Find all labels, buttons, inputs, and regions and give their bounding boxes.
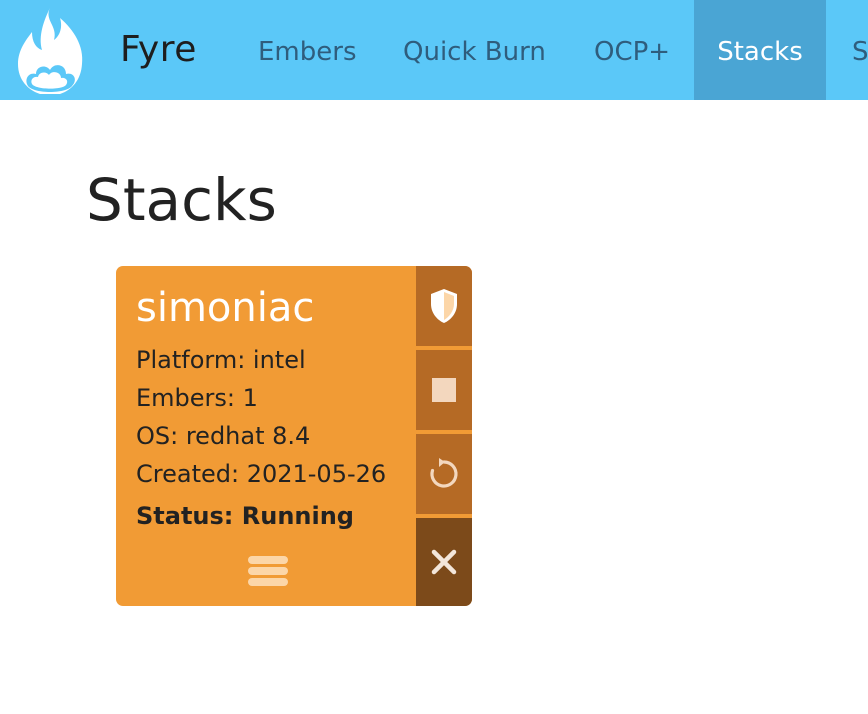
nav-embers[interactable]: Embers — [258, 0, 357, 100]
stack-card-body: simoniac Platform: intel Embers: 1 OS: r… — [116, 266, 416, 606]
stack-name: simoniac — [136, 285, 315, 331]
restart-icon — [430, 458, 458, 488]
stack-created: Created: 2021-05-26 — [136, 460, 387, 488]
shield-button[interactable] — [416, 266, 472, 346]
close-icon — [431, 549, 457, 575]
stack-actions — [416, 266, 472, 606]
hamburger-menu-icon[interactable] — [248, 554, 288, 588]
nav-ocp-plus[interactable]: OCP+ — [594, 0, 670, 100]
nav-more-truncated[interactable]: S — [852, 0, 868, 100]
nav-stacks[interactable]: Stacks — [694, 0, 826, 100]
fyre-logo-icon[interactable] — [14, 6, 86, 96]
stack-card: simoniac Platform: intel Embers: 1 OS: r… — [116, 266, 472, 606]
brand-title[interactable]: Fyre — [120, 26, 197, 74]
stack-embers: Embers: 1 — [136, 384, 258, 412]
restart-button[interactable] — [416, 434, 472, 514]
page-title: Stacks — [86, 166, 277, 234]
stop-icon — [432, 378, 456, 402]
delete-button[interactable] — [416, 518, 472, 606]
top-navbar: Fyre Embers Quick Burn OCP+ Stacks S — [0, 0, 868, 100]
shield-icon — [431, 289, 457, 323]
stack-status: Status: Running — [136, 502, 354, 530]
stack-os: OS: redhat 8.4 — [136, 422, 311, 450]
stack-platform: Platform: intel — [136, 346, 306, 374]
nav-quick-burn[interactable]: Quick Burn — [403, 0, 546, 100]
stop-button[interactable] — [416, 350, 472, 430]
